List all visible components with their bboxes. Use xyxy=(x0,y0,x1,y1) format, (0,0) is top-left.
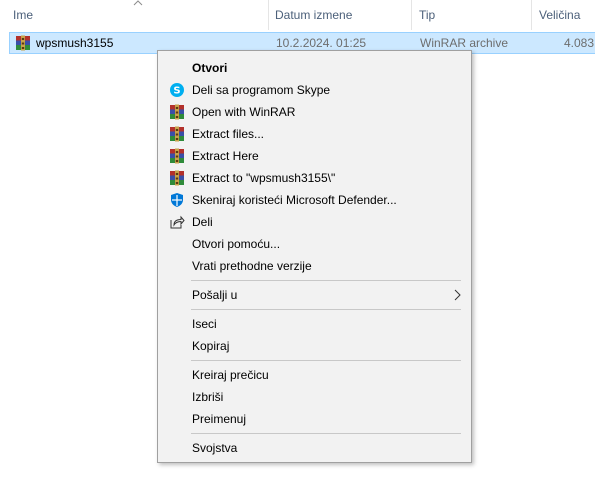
winrar-icon xyxy=(170,126,184,142)
column-header-bar: Ime Datum izmene Tip Veličina xyxy=(0,0,595,30)
column-header-size[interactable]: Veličina xyxy=(539,0,595,30)
menu-item-label: Iseci xyxy=(192,317,217,331)
file-name[interactable]: wpsmush3155 xyxy=(36,33,113,53)
winrar-icon xyxy=(170,148,184,164)
menu-item-label: Extract files... xyxy=(192,127,265,141)
menu-item-open-with[interactable]: Otvori pomoću... xyxy=(160,233,469,255)
menu-separator xyxy=(191,280,461,281)
winrar-icon xyxy=(170,104,184,120)
column-header-date[interactable]: Datum izmene xyxy=(275,0,405,30)
defender-icon xyxy=(171,193,183,207)
menu-item-extract-here[interactable]: Extract Here xyxy=(160,145,469,167)
menu-item-label: Otvori pomoću... xyxy=(192,237,281,251)
menu-item-label: Open with WinRAR xyxy=(192,105,296,119)
menu-item-open-with-winrar[interactable]: Open with WinRAR xyxy=(160,101,469,123)
winrar-archive-icon xyxy=(16,35,30,51)
column-header-type[interactable]: Tip xyxy=(419,0,529,30)
menu-item-label: Izbriši xyxy=(192,390,224,404)
menu-separator xyxy=(191,360,461,361)
menu-item-copy[interactable]: Kopiraj xyxy=(160,335,469,357)
menu-item-extract-to-folder[interactable]: Extract to "wpsmush3155\" xyxy=(160,167,469,189)
menu-item-delete[interactable]: Izbriši xyxy=(160,386,469,408)
menu-item-label: Skeniraj koristeći Microsoft Defender... xyxy=(192,193,397,207)
menu-separator xyxy=(191,309,461,310)
menu-item-label: Kreiraj prečicu xyxy=(192,368,269,382)
column-divider[interactable] xyxy=(531,0,532,30)
menu-item-label: Kopiraj xyxy=(192,339,230,353)
menu-item-create-shortcut[interactable]: Kreiraj prečicu xyxy=(160,364,469,386)
menu-item-share-skype[interactable]: S Deli sa programom Skype xyxy=(160,79,469,101)
menu-item-label: Otvori xyxy=(192,61,228,75)
menu-item-label: Extract to "wpsmush3155\" xyxy=(192,171,336,185)
menu-item-label: Preimenuj xyxy=(192,412,247,426)
menu-item-rename[interactable]: Preimenuj xyxy=(160,408,469,430)
menu-item-extract-files[interactable]: Extract files... xyxy=(160,123,469,145)
winrar-icon xyxy=(170,170,184,186)
menu-item-restore-previous-versions[interactable]: Vrati prethodne verzije xyxy=(160,255,469,277)
menu-item-label: Deli xyxy=(192,215,213,229)
menu-item-label: Vrati prethodne verzije xyxy=(192,259,312,273)
menu-item-share[interactable]: Deli xyxy=(160,211,469,233)
column-divider[interactable] xyxy=(268,0,269,30)
chevron-right-icon xyxy=(454,289,461,301)
menu-item-properties[interactable]: Svojstva xyxy=(160,437,469,459)
share-icon xyxy=(170,215,185,229)
menu-item-label: Extract Here xyxy=(192,149,259,163)
file-size: 4.083 k xyxy=(564,36,595,50)
file-explorer-view: Ime Datum izmene Tip Veličina wpsmush315… xyxy=(0,0,595,488)
column-header-name[interactable]: Ime xyxy=(13,0,263,30)
skype-icon: S xyxy=(170,83,184,97)
menu-item-send-to[interactable]: Pošalji u xyxy=(160,284,469,306)
menu-item-label: Pošalji u xyxy=(192,288,238,302)
svg-text:S: S xyxy=(173,86,180,97)
menu-item-scan-defender[interactable]: Skeniraj koristeći Microsoft Defender... xyxy=(160,189,469,211)
menu-item-label: Deli sa programom Skype xyxy=(192,83,331,97)
context-menu: Otvori S Deli sa programom Skype Open wi… xyxy=(157,50,472,463)
menu-item-cut[interactable]: Iseci xyxy=(160,313,469,335)
menu-separator xyxy=(191,433,461,434)
menu-item-label: Svojstva xyxy=(192,441,238,455)
column-divider[interactable] xyxy=(411,0,412,30)
menu-item-open[interactable]: Otvori xyxy=(160,57,469,79)
